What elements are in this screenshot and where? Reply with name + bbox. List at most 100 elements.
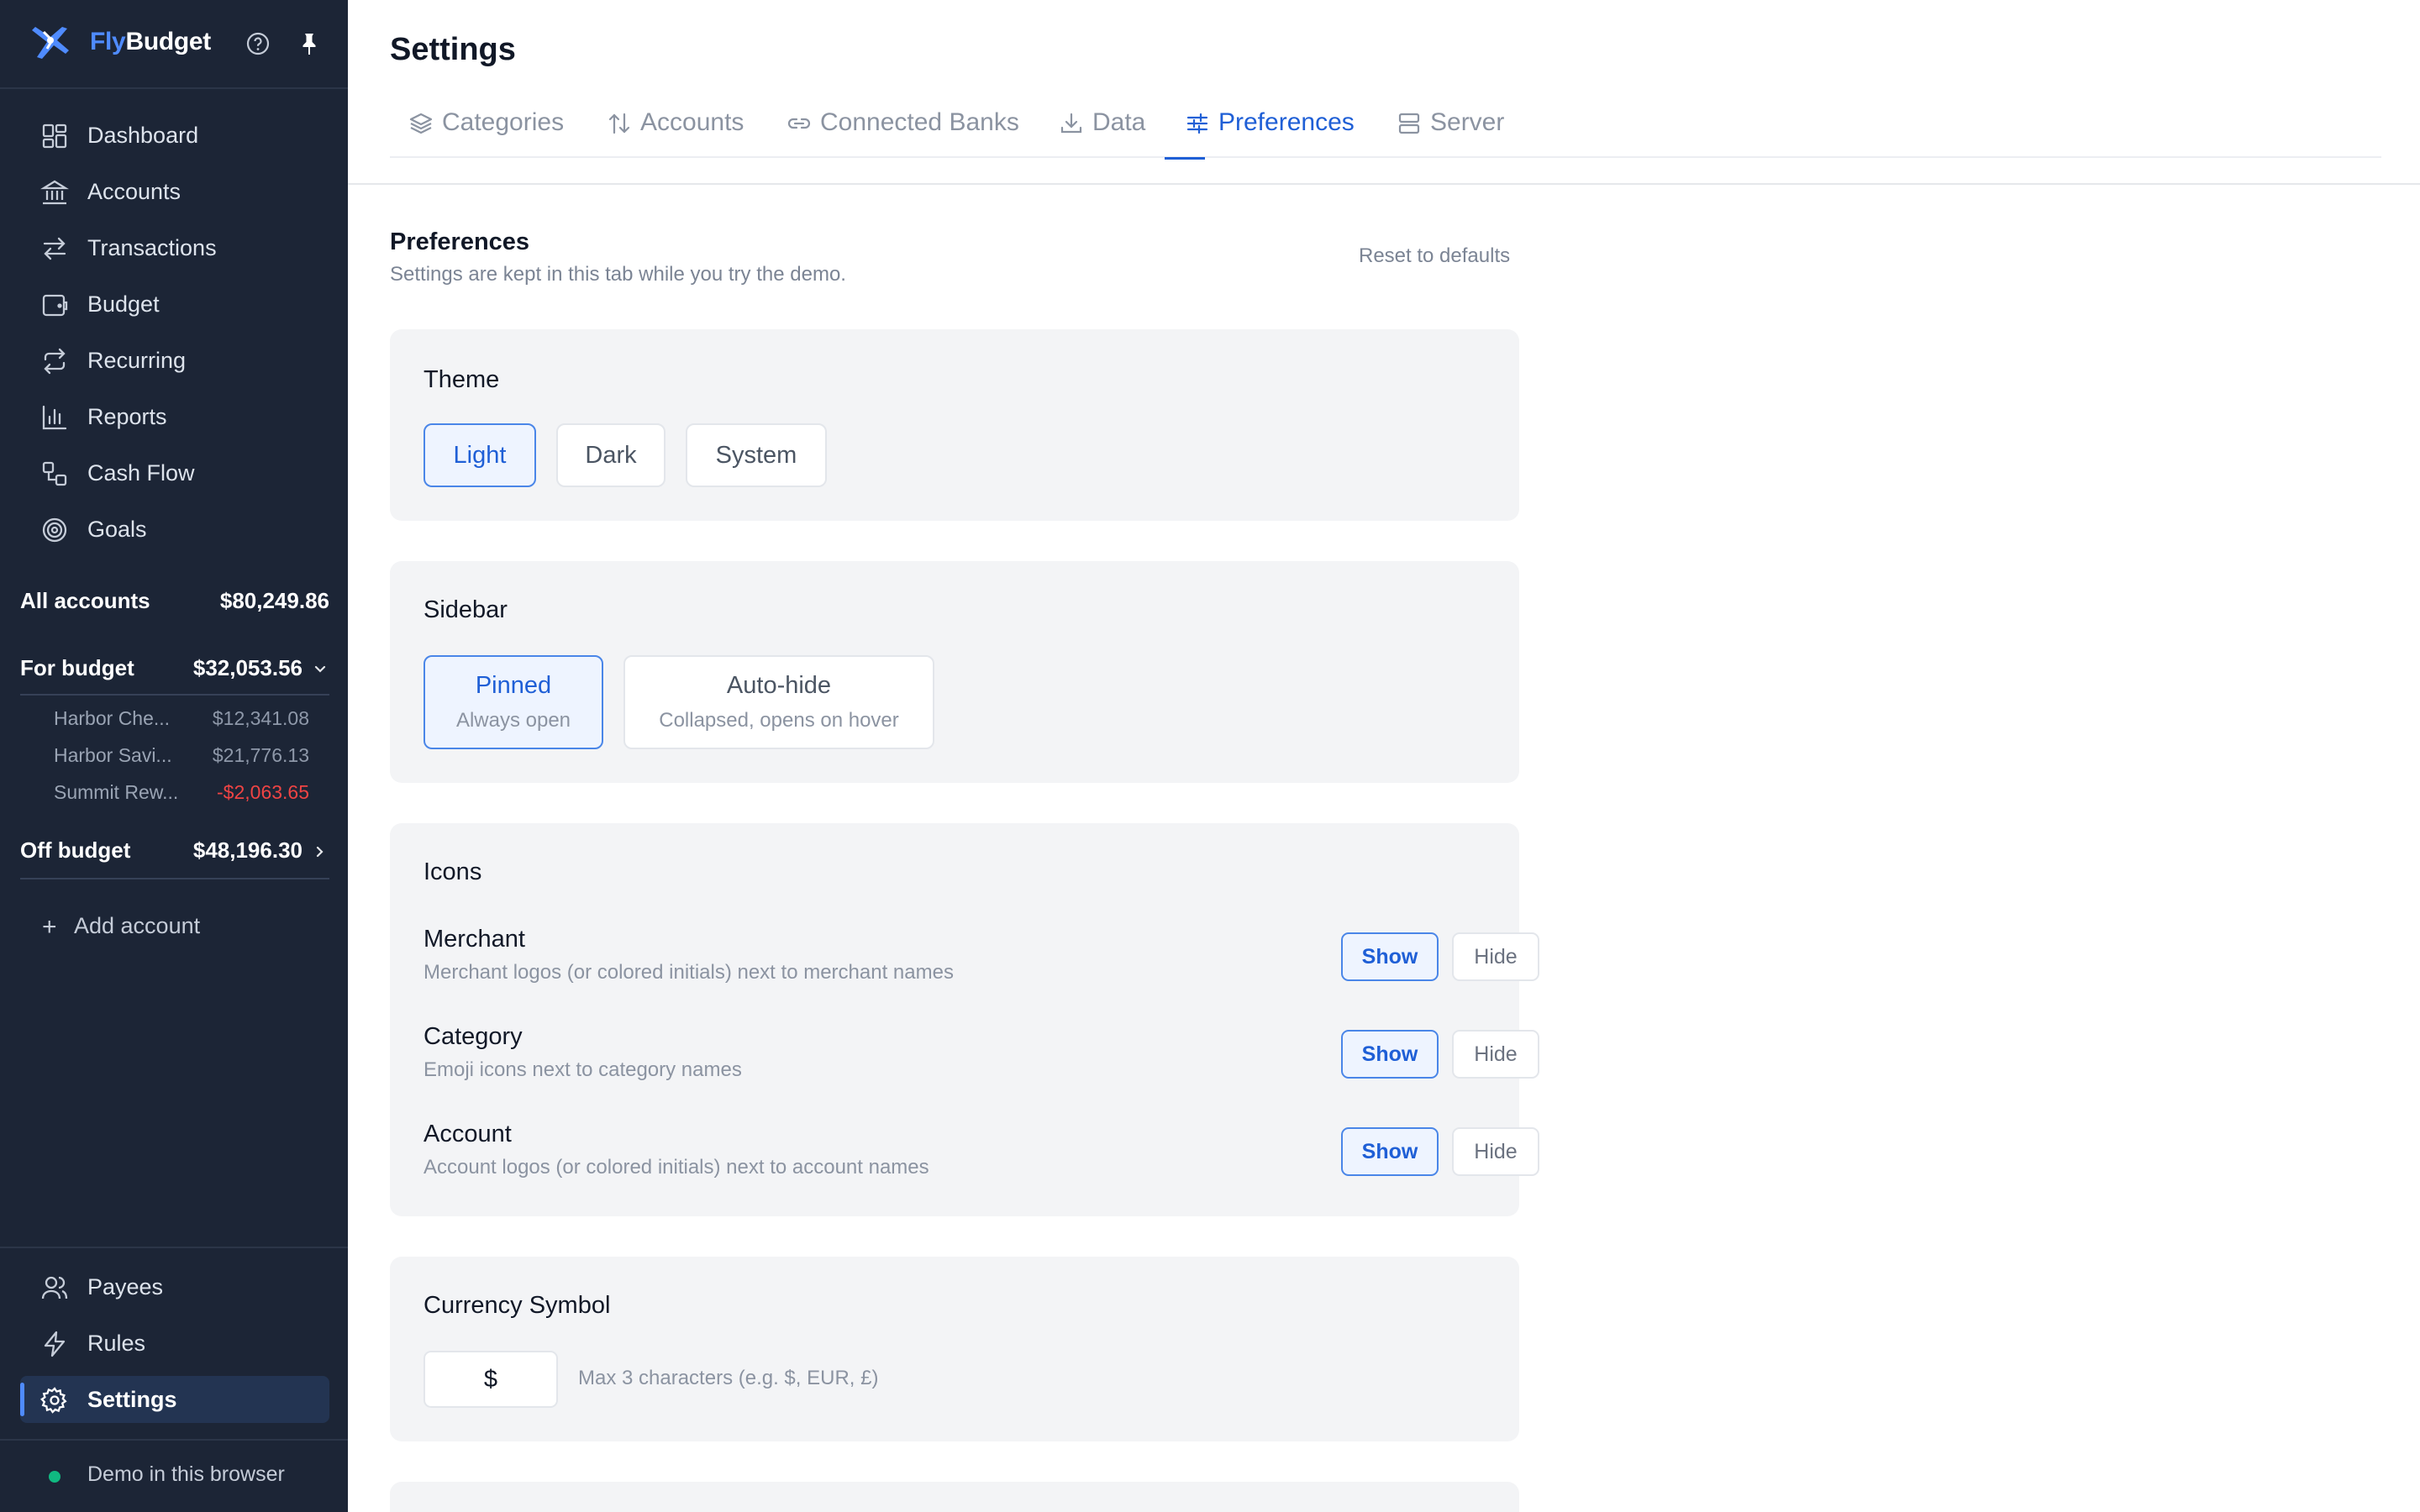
divider xyxy=(0,1247,348,1248)
bank-icon xyxy=(40,180,69,205)
help-icon[interactable] xyxy=(245,30,271,57)
nav-label: Accounts xyxy=(87,179,182,204)
flow-icon xyxy=(42,461,67,486)
tab-label: Categories xyxy=(442,108,565,136)
sidebar-pref-card: Sidebar Pinned Always open Auto-hide Col… xyxy=(390,561,1519,783)
sub-account-name: Harbor Che... xyxy=(54,707,171,729)
sub-account-row[interactable]: Summit Rew... -$2,063.65 xyxy=(54,781,309,808)
sliders-icon xyxy=(1186,113,1208,134)
next-settings-card xyxy=(390,1482,1519,1512)
wallet-icon xyxy=(42,294,68,317)
pin-icon[interactable] xyxy=(296,30,323,57)
add-account-label: Add account xyxy=(74,913,201,938)
option-description: Always open xyxy=(455,709,571,732)
for-budget-row[interactable]: For budget $32,053.56 xyxy=(20,655,329,689)
nav-label: Budget xyxy=(87,291,160,317)
brand-header: FlyBudget xyxy=(0,0,348,89)
category-show-button[interactable]: Show xyxy=(1341,1030,1439,1079)
merchant-hide-button[interactable]: Hide xyxy=(1452,932,1539,981)
theme-light-button[interactable]: Light xyxy=(424,423,536,487)
dashboard-icon xyxy=(42,123,67,149)
icon-pref-row-account: Account Account logos (or colored initia… xyxy=(424,1121,1539,1188)
off-budget-total: $48,196.30 xyxy=(192,837,302,863)
repeat-icon xyxy=(44,348,66,375)
sidebar-pinned-button[interactable]: Pinned Always open xyxy=(424,655,603,749)
sidebar-autohide-button[interactable]: Auto-hide Collapsed, opens on hover xyxy=(623,655,934,749)
status-dot xyxy=(49,1471,60,1483)
users-icon xyxy=(41,1276,68,1299)
option-description: Collapsed, opens on hover xyxy=(659,709,899,732)
all-accounts-total: $80,249.86 xyxy=(219,588,329,613)
all-accounts-row[interactable]: All accounts $80,249.86 xyxy=(20,588,329,622)
gear-icon xyxy=(40,1387,67,1414)
nav-item-budget[interactable]: Budget xyxy=(20,281,329,328)
tab-label: Connected Banks xyxy=(820,108,1019,136)
flybudget-logo-icon xyxy=(32,27,69,59)
nav-item-goals[interactable]: Goals xyxy=(20,506,329,553)
nav-item-rules[interactable]: Rules xyxy=(20,1320,329,1367)
layers-icon xyxy=(409,113,433,134)
nav-item-reports[interactable]: Reports xyxy=(20,393,329,440)
tab-label: Accounts xyxy=(640,108,744,136)
merchant-show-button[interactable]: Show xyxy=(1341,932,1439,981)
theme-system-button[interactable]: System xyxy=(686,423,827,487)
option-label: Pinned xyxy=(475,672,552,699)
nav-label: Payees xyxy=(87,1274,164,1299)
category-hide-button[interactable]: Hide xyxy=(1452,1030,1539,1079)
off-budget-row[interactable]: Off budget $48,196.30 xyxy=(20,837,329,871)
account-show-button[interactable]: Show xyxy=(1341,1127,1439,1176)
demo-status-label: Demo in this browser xyxy=(87,1462,285,1486)
nav-item-settings[interactable]: Settings xyxy=(20,1376,329,1423)
reset-defaults-link[interactable]: Reset to defaults xyxy=(1359,244,1510,268)
account-hide-button[interactable]: Hide xyxy=(1452,1127,1539,1176)
divider xyxy=(20,694,329,696)
divider xyxy=(0,1439,348,1441)
nav-item-payees[interactable]: Payees xyxy=(20,1263,329,1310)
sub-account-row[interactable]: Harbor Che... $12,341.08 xyxy=(54,707,309,734)
brand-name: FlyBudget xyxy=(90,28,211,55)
pref-description: Merchant logos (or colored initials) nex… xyxy=(424,961,954,984)
nav-label: Recurring xyxy=(87,348,187,373)
for-budget-total: $32,053.56 xyxy=(192,655,302,680)
sub-account-balance: -$2,063.65 xyxy=(217,781,309,803)
currency-title: Currency Symbol xyxy=(424,1292,611,1319)
nav-label: Settings xyxy=(87,1387,177,1412)
off-budget-label: Off budget xyxy=(20,837,131,863)
nav-label: Transactions xyxy=(87,235,217,260)
chevron-down-icon[interactable] xyxy=(311,660,329,679)
target-icon xyxy=(42,517,67,543)
pref-name: Category xyxy=(424,1023,523,1050)
chevron-right-icon[interactable] xyxy=(311,843,329,861)
settings-tabs: Categories Accounts Connected Banks Data… xyxy=(390,101,2381,160)
for-budget-label: For budget xyxy=(20,655,134,680)
sub-account-row[interactable]: Harbor Savi... $21,776.13 xyxy=(54,744,309,771)
pref-description: Account logos (or colored initials) next… xyxy=(424,1156,929,1179)
nav-item-dashboard[interactable]: Dashboard xyxy=(20,112,329,159)
sidebar: FlyBudget Dashboard Accounts Transaction… xyxy=(0,0,348,1512)
pref-name: Account xyxy=(424,1121,512,1147)
page-title: Settings xyxy=(390,32,516,67)
option-label: Auto-hide xyxy=(726,672,832,699)
pref-name: Merchant xyxy=(424,926,525,953)
currency-card: Currency Symbol Max 3 characters (e.g. $… xyxy=(390,1257,1519,1441)
header-divider xyxy=(348,183,2420,185)
divider xyxy=(20,878,329,879)
sidebar-pref-title: Sidebar xyxy=(424,596,508,623)
nav-item-accounts[interactable]: Accounts xyxy=(20,168,329,215)
currency-hint: Max 3 characters (e.g. $, EUR, £) xyxy=(578,1367,879,1389)
bar-chart-icon xyxy=(42,405,67,430)
section-subtitle: Settings are kept in this tab while you … xyxy=(390,263,846,286)
nav-item-recurring[interactable]: Recurring xyxy=(20,337,329,384)
icon-pref-row-category: Category Emoji icons next to category na… xyxy=(424,1023,1539,1090)
nav-label: Reports xyxy=(87,404,167,429)
sub-account-name: Harbor Savi... xyxy=(54,744,172,766)
icon-pref-row-merchant: Merchant Merchant logos (or colored init… xyxy=(424,926,1539,993)
link-icon xyxy=(787,118,811,129)
nav-label: Cash Flow xyxy=(87,460,195,486)
theme-dark-button[interactable]: Dark xyxy=(556,423,666,487)
plus-icon: + xyxy=(42,913,57,941)
nav-item-transactions[interactable]: Transactions xyxy=(20,224,329,271)
nav-item-cash-flow[interactable]: Cash Flow xyxy=(20,449,329,496)
bolt-icon xyxy=(44,1331,66,1357)
currency-symbol-input[interactable] xyxy=(424,1351,558,1408)
